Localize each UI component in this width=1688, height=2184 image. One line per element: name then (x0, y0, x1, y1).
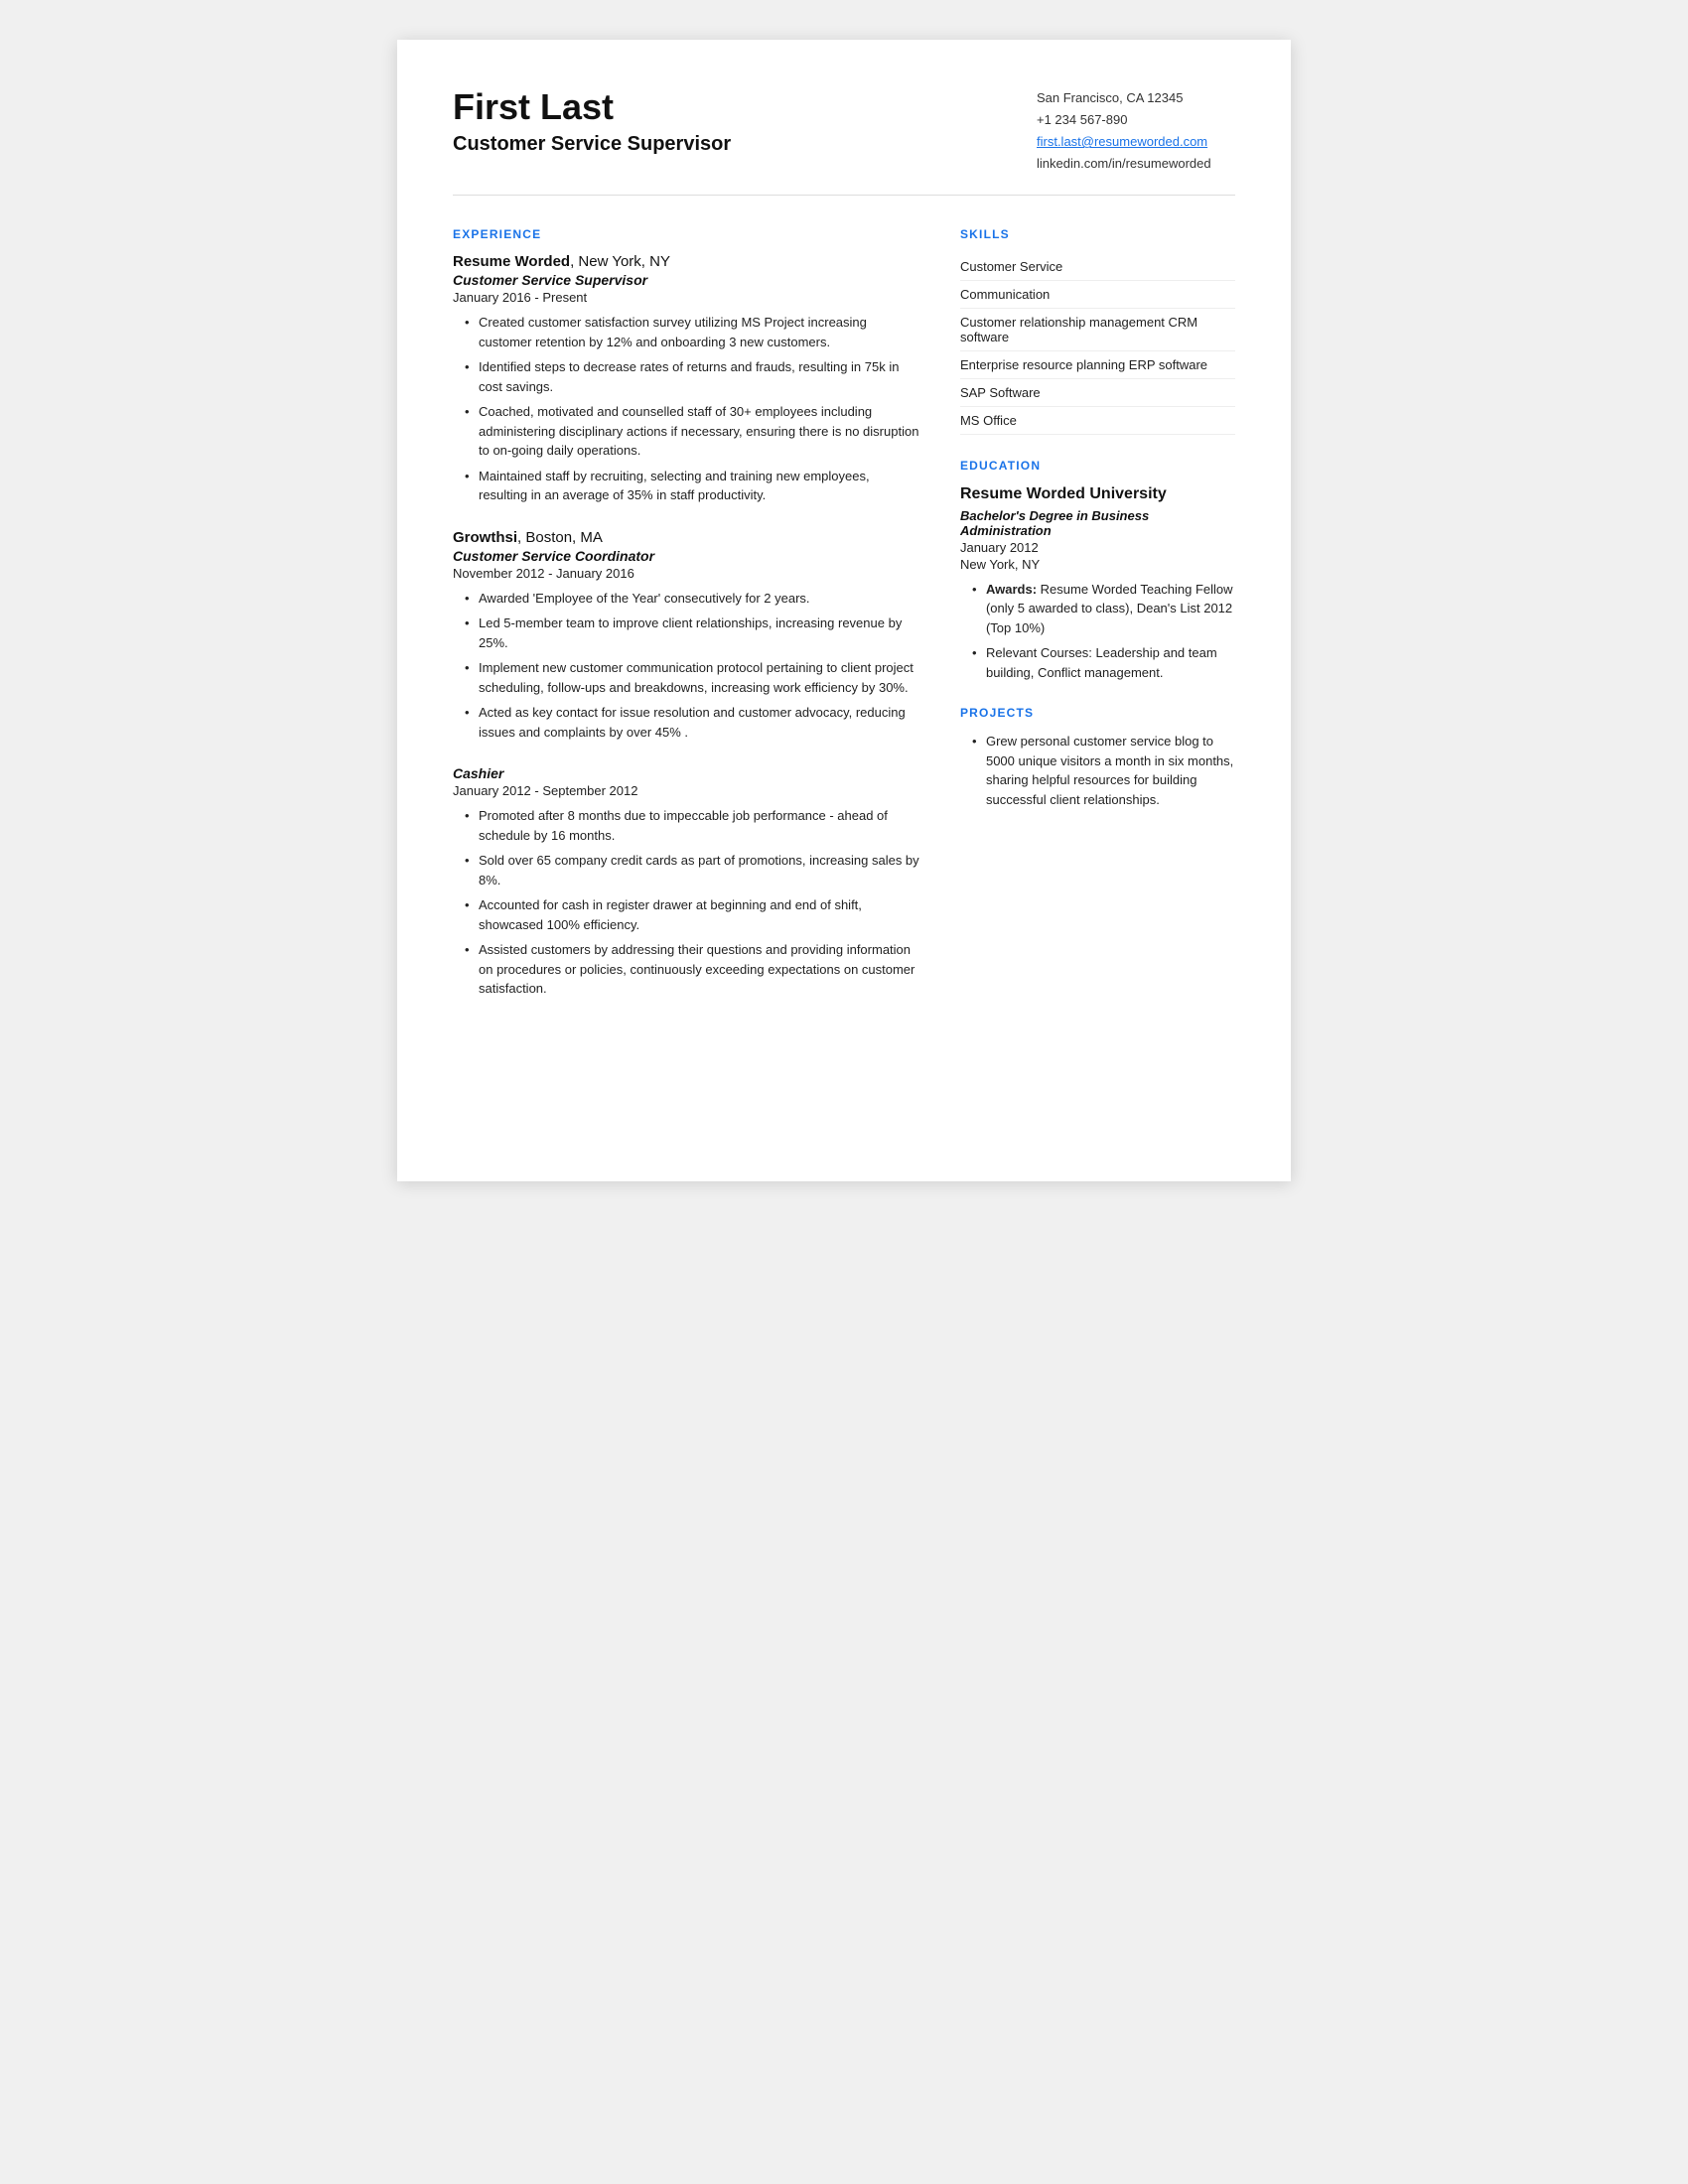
header: First Last Customer Service Supervisor S… (453, 87, 1235, 196)
header-left: First Last Customer Service Supervisor (453, 87, 731, 156)
exp-bullets-1: Awarded 'Employee of the Year' consecuti… (453, 589, 920, 743)
email-link[interactable]: first.last@resumeworded.com (1037, 134, 1207, 149)
address: San Francisco, CA 12345 (1037, 87, 1235, 109)
resume-page: First Last Customer Service Supervisor S… (397, 40, 1291, 1181)
edu-school-0: Resume Worded University (960, 484, 1235, 503)
edu-bullet-text-1: Relevant Courses: Leadership and team bu… (986, 645, 1217, 680)
body-columns: EXPERIENCE Resume Worded, New York, NY C… (453, 227, 1235, 1023)
project-bullets-0: Grew personal customer service blog to 5… (960, 732, 1235, 809)
edu-bullets-0: Awards: Resume Worded Teaching Fellow (o… (960, 580, 1235, 683)
company-name-0: Resume Worded, New York, NY (453, 253, 920, 270)
skills-section-title: SKILLS (960, 227, 1235, 241)
bullet-item: Awarded 'Employee of the Year' consecuti… (465, 589, 920, 609)
experience-entry-0: Resume Worded, New York, NY Customer Ser… (453, 253, 920, 505)
candidate-name: First Last (453, 87, 731, 127)
experience-section-title: EXPERIENCE (453, 227, 920, 241)
skill-item-4: SAP Software (960, 379, 1235, 407)
company-bold-0: Resume Worded (453, 253, 570, 270)
exp-dates-0: January 2016 - Present (453, 290, 920, 305)
bullet-item: Implement new customer communication pro… (465, 658, 920, 697)
experience-entry-2: Cashier January 2012 - September 2012 Pr… (453, 765, 920, 999)
experience-entry-1: Growthsi, Boston, MA Customer Service Co… (453, 529, 920, 743)
company-location-0: , New York, NY (570, 253, 670, 270)
skill-item-0: Customer Service (960, 253, 1235, 281)
skill-item-5: MS Office (960, 407, 1235, 435)
header-right: San Francisco, CA 12345 +1 234 567-890 f… (1037, 87, 1235, 175)
company-name-1: Growthsi, Boston, MA (453, 529, 920, 546)
education-section-title: EDUCATION (960, 459, 1235, 473)
skill-item-1: Communication (960, 281, 1235, 309)
bullet-item: Identified steps to decrease rates of re… (465, 357, 920, 396)
exp-role-2: Cashier (453, 765, 920, 781)
bullet-item: Created customer satisfaction survey uti… (465, 313, 920, 351)
exp-role-0: Customer Service Supervisor (453, 272, 920, 288)
exp-role-1: Customer Service Coordinator (453, 548, 920, 564)
bullet-item: Coached, motivated and counselled staff … (465, 402, 920, 461)
project-bullet-0: Grew personal customer service blog to 5… (972, 732, 1235, 809)
company-location-1: , Boston, MA (517, 529, 603, 546)
bullet-item: Promoted after 8 months due to impeccabl… (465, 806, 920, 845)
edu-location-0: New York, NY (960, 557, 1235, 572)
edu-date-0: January 2012 (960, 540, 1235, 555)
phone: +1 234 567-890 (1037, 109, 1235, 131)
edu-bullet-label-0: Awards: (986, 582, 1037, 597)
projects-section-title: PROJECTS (960, 706, 1235, 720)
edu-degree-0: Bachelor's Degree in Business Administra… (960, 508, 1235, 538)
email-container: first.last@resumeworded.com (1037, 131, 1235, 153)
skill-item-2: Customer relationship management CRM sof… (960, 309, 1235, 351)
bullet-item: Maintained staff by recruiting, selectin… (465, 467, 920, 505)
skill-item-3: Enterprise resource planning ERP softwar… (960, 351, 1235, 379)
linkedin: linkedin.com/in/resumeworded (1037, 153, 1235, 175)
company-bold-1: Growthsi (453, 529, 517, 546)
bullet-item: Led 5-member team to improve client rela… (465, 614, 920, 652)
exp-dates-2: January 2012 - September 2012 (453, 783, 920, 798)
edu-bullet-0: Awards: Resume Worded Teaching Fellow (o… (972, 580, 1235, 638)
candidate-title: Customer Service Supervisor (453, 133, 731, 156)
edu-bullet-1: Relevant Courses: Leadership and team bu… (972, 643, 1235, 682)
bullet-item: Acted as key contact for issue resolutio… (465, 703, 920, 742)
bullet-item: Assisted customers by addressing their q… (465, 940, 920, 999)
exp-bullets-2: Promoted after 8 months due to impeccabl… (453, 806, 920, 999)
right-column: SKILLS Customer Service Communication Cu… (960, 227, 1235, 1023)
exp-bullets-0: Created customer satisfaction survey uti… (453, 313, 920, 505)
bullet-item: Accounted for cash in register drawer at… (465, 895, 920, 934)
bullet-item: Sold over 65 company credit cards as par… (465, 851, 920, 889)
exp-dates-1: November 2012 - January 2016 (453, 566, 920, 581)
left-column: EXPERIENCE Resume Worded, New York, NY C… (453, 227, 920, 1023)
